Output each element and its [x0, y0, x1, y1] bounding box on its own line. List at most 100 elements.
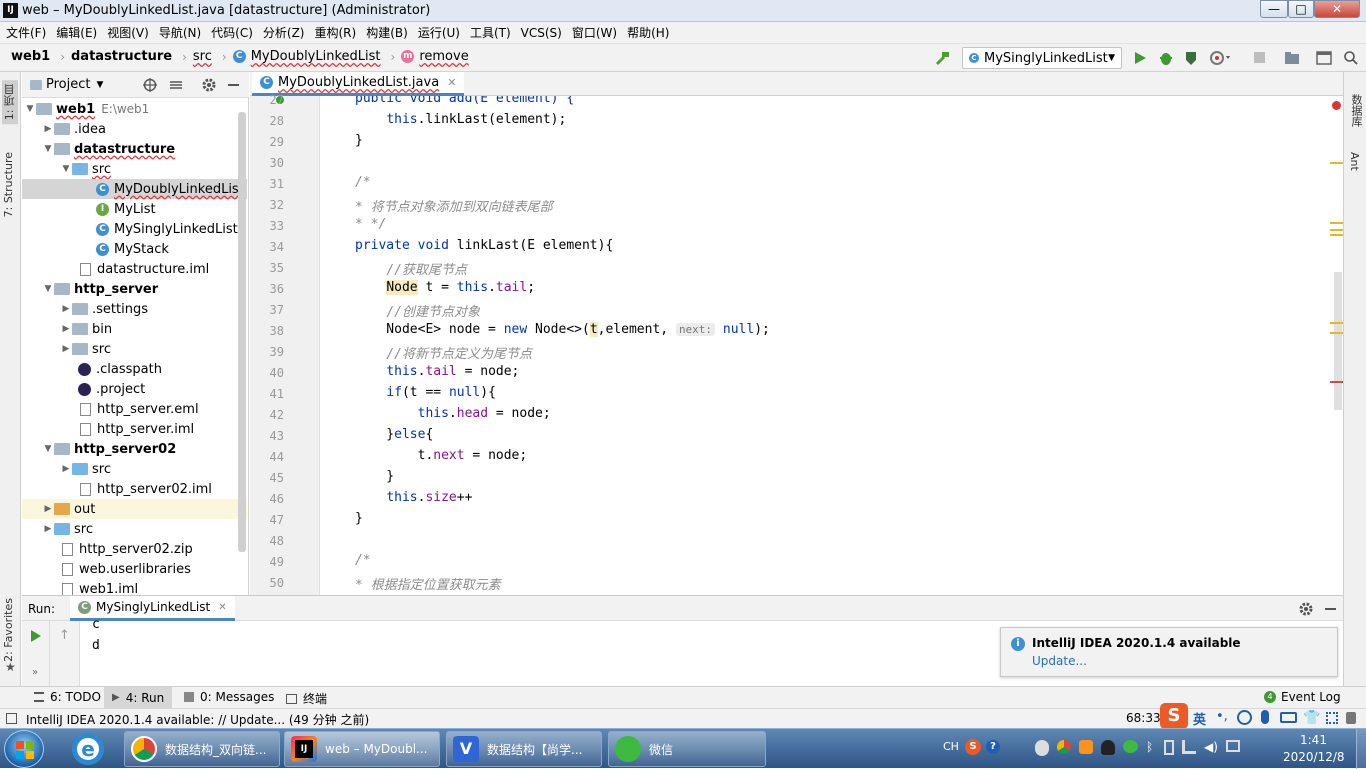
tree-item-web1[interactable]: ▼ web1 E:\web1 [22, 99, 247, 119]
tree-item-http-server02-zip[interactable]: http_server02.zip [22, 539, 247, 559]
tree-item-mylist[interactable]: I MyList [22, 199, 247, 219]
tree-item-idea[interactable]: ▶ .idea [22, 119, 247, 139]
ime-language[interactable]: 英 [1193, 709, 1206, 728]
clock-time[interactable]: 1:41 [1300, 733, 1327, 747]
tree-item-http-server02-iml[interactable]: http_server02.iml [22, 479, 247, 499]
grid-icon[interactable] [1326, 712, 1338, 724]
tree-item-mystack[interactable]: C MyStack [22, 239, 247, 259]
chevron-down-icon[interactable]: ▼ [24, 104, 36, 114]
tree-item-datastructure-iml[interactable]: datastructure.iml [22, 259, 247, 279]
keyboard-icon[interactable] [1280, 712, 1297, 723]
microphone-icon[interactable] [1261, 710, 1269, 724]
run-icon[interactable] [1133, 51, 1147, 65]
tray-monitor-icon[interactable] [1225, 740, 1240, 752]
ie-icon[interactable]: e [72, 733, 104, 765]
tab-database[interactable]: 数据库 [1348, 94, 1364, 127]
breadcrumb-method[interactable]: remove [419, 49, 468, 64]
taskbar-item-intellij[interactable]: IJ web – MyDoubl... [284, 731, 440, 767]
code-editor[interactable]: public void add(E element) { this.linkLa… [321, 96, 1331, 595]
update-notification[interactable]: i IntelliJ IDEA 2020.1.4 available Updat… [1000, 627, 1338, 677]
taskbar-item-chrome[interactable]: 数据结构_双向链... [124, 731, 280, 767]
tree-scrollbar[interactable] [238, 112, 246, 552]
project-structure-icon[interactable] [1284, 51, 1300, 65]
menu-file[interactable]: 文件(F) [6, 24, 46, 41]
menu-run[interactable]: 运行(U) [418, 24, 460, 41]
chrome-tray-icon[interactable] [1057, 740, 1071, 754]
tree-item-src[interactable]: ▼ src [22, 159, 247, 179]
tree-item-project[interactable]: .project [22, 379, 247, 399]
sogou-ime-icon[interactable]: S [1160, 703, 1188, 729]
chevron-down-icon[interactable]: ▼ [96, 80, 103, 90]
run-config-select[interactable]: C MySinglyLinkedList ▼ [962, 47, 1122, 69]
menu-window[interactable]: 窗口(W) [572, 24, 617, 41]
sogou-tray-icon[interactable]: S [965, 739, 981, 755]
chevron-right-icon[interactable]: ▶ [60, 324, 72, 334]
hide-panel-icon[interactable] [228, 84, 239, 86]
close-button[interactable]: ✕ [1314, 0, 1360, 18]
shirt-icon[interactable]: 👕 [1303, 710, 1320, 726]
menu-navigate[interactable]: 导航(N) [159, 24, 201, 41]
network-icon[interactable] [1182, 740, 1196, 754]
status-layout-icon[interactable] [6, 713, 17, 724]
tree-item-http-server02[interactable]: ▼ http_server02 [22, 439, 247, 459]
wechat-tray-icon[interactable] [1123, 740, 1138, 753]
tree-item-http-server[interactable]: ▼ http_server [22, 279, 247, 299]
chevron-down-icon[interactable]: ▼ [42, 444, 54, 454]
menu-tools[interactable]: 工具(T) [470, 24, 511, 41]
chevron-right-icon[interactable]: ▶ [42, 124, 54, 134]
gear-icon[interactable] [201, 77, 217, 93]
volume-icon[interactable]: ◀) [1204, 740, 1218, 756]
status-message[interactable]: IntelliJ IDEA 2020.1.4 available: // Upd… [26, 711, 369, 728]
tab-run[interactable]: ▶ 4: Run [104, 687, 173, 708]
profile-icon[interactable] [1209, 50, 1231, 66]
tree-item-src[interactable]: ▶ src [22, 459, 247, 479]
tab-todo[interactable]: 6: TODO [34, 690, 101, 704]
close-icon[interactable]: ✕ [447, 76, 456, 89]
maximize-button[interactable]: □ [1288, 0, 1314, 18]
ime-punctuation-icon[interactable]: •, [1216, 709, 1228, 724]
tree-item-datastructure[interactable]: ▼ datastructure [22, 139, 247, 159]
start-button[interactable] [4, 730, 44, 768]
tree-item-out[interactable]: ▶ out [22, 499, 247, 519]
editor-scrollbar[interactable] [1334, 272, 1342, 410]
coverage-icon[interactable] [1183, 50, 1199, 66]
chevron-right-icon[interactable]: ▶ [42, 524, 54, 534]
tree-item-web-userlibraries[interactable]: web.userlibraries [22, 559, 247, 579]
breadcrumb-module[interactable]: datastructure [71, 49, 172, 64]
tree-item-http-server-iml[interactable]: http_server.iml [22, 419, 247, 439]
clock-date[interactable]: 2020/12/8 [1283, 750, 1345, 764]
search-icon[interactable] [1343, 50, 1359, 66]
hammer-build-icon[interactable] [934, 50, 950, 66]
tab-project[interactable]: 1: 项目 [2, 80, 18, 125]
collapse-all-icon[interactable] [168, 77, 184, 93]
tab-terminal[interactable]: 终端 [286, 690, 327, 707]
tray-app-icon[interactable] [1079, 740, 1093, 754]
tree-item-http-server-eml[interactable]: http_server.eml [22, 399, 247, 419]
arrow-up-icon[interactable]: ↑ [59, 628, 70, 643]
hide-panel-icon[interactable] [1325, 608, 1336, 610]
show-desktop-button[interactable] [1356, 729, 1366, 769]
input-language[interactable]: CH [943, 740, 959, 753]
chevron-down-icon[interactable]: ▼ [42, 144, 54, 154]
stop-icon[interactable] [1254, 52, 1265, 63]
tab-structure[interactable]: 7: Structure [2, 152, 15, 217]
debug-icon[interactable] [1158, 50, 1174, 66]
menu-help[interactable]: 帮助(H) [627, 24, 669, 41]
gear-icon[interactable] [1298, 601, 1314, 617]
tab-favorites[interactable]: 2: Favorites [2, 598, 15, 662]
emoji-icon[interactable] [1237, 710, 1252, 725]
chevron-right-icon[interactable]: ▶ [60, 304, 72, 314]
rerun-icon[interactable] [30, 630, 42, 642]
menu-vcs[interactable]: VCS(S) [521, 26, 562, 40]
minimize-button[interactable]: — [1260, 0, 1288, 18]
help-icon[interactable]: ? [986, 740, 1000, 754]
tree-item-classpath[interactable]: .classpath [22, 359, 247, 379]
chevron-right-icon[interactable]: ▶ [60, 464, 72, 474]
caret-position[interactable]: 68:33 [1126, 711, 1161, 725]
tree-item-src[interactable]: ▶ src [22, 339, 247, 359]
menu-build[interactable]: 构建(B) [366, 24, 408, 41]
layout-icon[interactable] [1316, 51, 1332, 65]
notification-update-link[interactable]: Update... [1032, 654, 1087, 668]
menu-refactor[interactable]: 重构(R) [315, 24, 357, 41]
tree-item-mysinglylinkedlist[interactable]: C MySinglyLinkedList [22, 219, 247, 239]
